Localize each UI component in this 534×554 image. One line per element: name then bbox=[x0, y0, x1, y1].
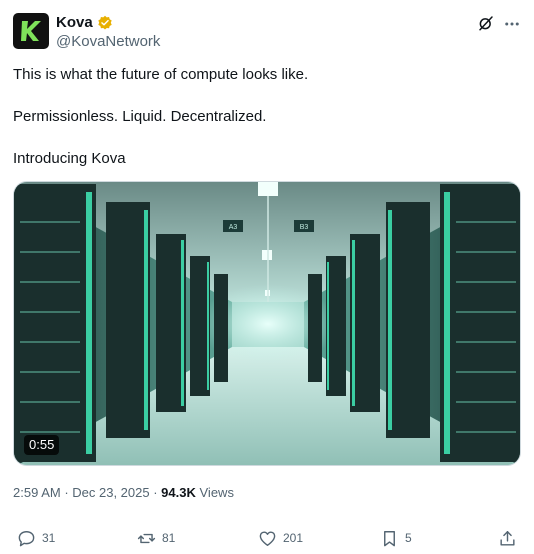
post-actions: 31 81 201 5 bbox=[0, 526, 534, 550]
views-count: 94.3K bbox=[161, 485, 196, 500]
meta-separator: · bbox=[149, 485, 162, 500]
post-date[interactable]: Dec 23, 2025 bbox=[72, 485, 149, 500]
repost-icon bbox=[137, 533, 156, 543]
aisle-sign-right: B3 bbox=[300, 224, 309, 231]
bookmark-count: 5 bbox=[405, 531, 412, 545]
reply-button[interactable]: 31 bbox=[17, 526, 55, 550]
post-text-line: This is what the future of compute looks… bbox=[13, 66, 309, 83]
display-name[interactable]: Kova bbox=[56, 14, 93, 32]
repost-count: 81 bbox=[162, 531, 176, 545]
post-text-line: Permissionless. Liquid. Decentralized. bbox=[13, 108, 267, 125]
views-label: Views bbox=[199, 485, 234, 500]
bookmark-button[interactable]: 5 bbox=[380, 526, 412, 550]
more-icon[interactable] bbox=[503, 15, 521, 33]
user-handle[interactable]: @KovaNetwork bbox=[56, 33, 160, 51]
share-button[interactable] bbox=[498, 526, 517, 550]
post-header: Kova @KovaNetwork bbox=[13, 13, 521, 53]
post-text-line: Introducing Kova bbox=[13, 150, 126, 167]
post-meta: 2:59 AM · Dec 23, 2025 · 94.3K Views bbox=[13, 485, 234, 500]
grok-icon[interactable] bbox=[477, 14, 495, 32]
reply-count: 31 bbox=[42, 531, 56, 545]
share-icon bbox=[500, 530, 515, 546]
avatar[interactable] bbox=[13, 13, 49, 49]
video-thumbnail: A3 B3 bbox=[14, 182, 520, 465]
bookmark-icon bbox=[384, 530, 395, 546]
like-icon bbox=[259, 530, 276, 546]
post-time[interactable]: 2:59 AM bbox=[13, 485, 61, 500]
post-video[interactable]: A3 B3 0:55 bbox=[13, 181, 521, 466]
like-count: 201 bbox=[283, 531, 304, 545]
verified-badge-icon[interactable] bbox=[97, 15, 113, 31]
kova-logo bbox=[21, 21, 41, 41]
reply-icon bbox=[18, 530, 35, 546]
aisle-sign-left: A3 bbox=[229, 224, 238, 231]
meta-separator: · bbox=[60, 485, 73, 500]
repost-button[interactable]: 81 bbox=[137, 526, 175, 550]
video-duration: 0:55 bbox=[24, 435, 60, 455]
like-button[interactable]: 201 bbox=[258, 526, 303, 550]
